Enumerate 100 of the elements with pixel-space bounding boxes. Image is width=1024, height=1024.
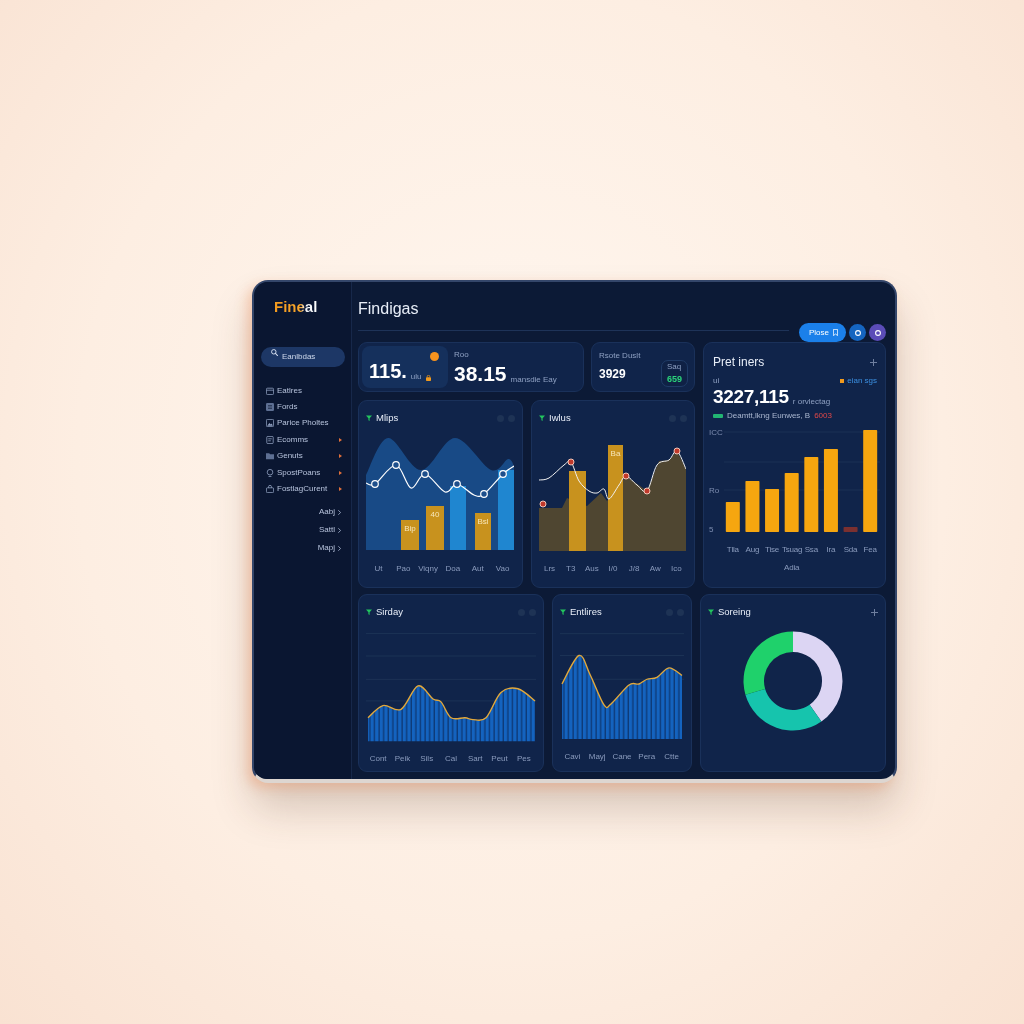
card-title: Pret iners (713, 355, 765, 369)
legend-swatch-icon (713, 414, 723, 418)
action-button[interactable] (869, 324, 886, 341)
axis-label: Sils (420, 754, 434, 763)
data-point (371, 480, 379, 488)
nav-item[interactable]: SpostPoans (261, 464, 345, 481)
axis-label: Mayj (588, 752, 606, 761)
axis-label: Cal (444, 754, 457, 763)
nav-item[interactable]: Eatlres (261, 382, 345, 399)
card-title: Mlips (376, 413, 399, 423)
chart-bar (745, 481, 760, 532)
chart-bar (401, 520, 419, 550)
axis-label: Cane (612, 752, 632, 761)
data-point (567, 458, 575, 466)
data-point (499, 470, 507, 478)
axis-label: Pao (396, 564, 411, 573)
axis-label: Ro (709, 486, 720, 495)
nav-link[interactable]: Sattl (319, 521, 341, 540)
chart-bar (843, 527, 858, 532)
badge-value: 659 (666, 375, 682, 384)
axis-label: Aug (745, 545, 760, 554)
plus-icon (871, 608, 878, 616)
chart-bar (765, 489, 780, 532)
search-field[interactable]: Eanlbdas (261, 346, 345, 367)
chevron-icon (338, 509, 341, 515)
nav-link[interactable]: Mapj (317, 539, 341, 558)
data-point (622, 472, 630, 480)
axis-label: Viqny (418, 564, 438, 573)
axis-label: Peut (491, 754, 508, 763)
axis-label: Pes (516, 754, 531, 763)
axis-label: Tise (765, 545, 780, 554)
image-icon (266, 419, 274, 428)
axis-label: Ssa (804, 545, 818, 554)
funnel-icon (560, 609, 566, 615)
axis-label: Fea (863, 545, 877, 554)
list-icon (266, 403, 274, 412)
data-point (539, 500, 547, 508)
header-button[interactable]: Plose (799, 323, 846, 342)
funnel-icon (366, 415, 372, 421)
action-button[interactable] (849, 324, 866, 341)
nav-item[interactable]: Parice Pholtes (261, 415, 345, 432)
legend-label: Deamtt,lkng Eunwes, B (727, 412, 811, 420)
axis-label: Sart (467, 754, 483, 763)
bar-label: Bsl (477, 517, 489, 526)
document-icon (266, 435, 274, 444)
nav-link[interactable]: Aabj (319, 503, 341, 522)
bar-label: Ba (610, 449, 621, 458)
ring-icon (854, 329, 861, 336)
nav-item[interactable]: Fords (261, 398, 345, 416)
axis-label: Ira (826, 545, 836, 554)
funnel-icon (539, 415, 545, 421)
chart-bar (475, 513, 491, 550)
nav-item[interactable]: FostlagCurent (261, 480, 345, 498)
axis-label: T3 (566, 564, 576, 573)
search-icon (271, 348, 278, 356)
card-title: Sirday (376, 607, 403, 617)
axis-label: Peik (394, 754, 411, 763)
legend-value: 6003 (814, 412, 832, 420)
balance-label: Rsote Duslt (599, 352, 642, 360)
data-point (392, 461, 400, 469)
nav-item[interactable]: Ecomms (261, 431, 345, 449)
chevron-icon (338, 545, 341, 551)
axis-label: Ico (671, 564, 682, 573)
axis-label: Aut (471, 564, 484, 573)
stat-label: Roo (454, 350, 470, 359)
status-dot-icon (430, 352, 439, 361)
tag-label: eian sgs (847, 377, 877, 385)
axis-label: Doa (445, 564, 461, 573)
bag-icon (266, 485, 274, 494)
axis-label: I/0 (608, 564, 618, 573)
total-value: 3227,115 (713, 387, 789, 406)
axis-label: Cavi (564, 752, 581, 761)
stat-unit: ulu (410, 373, 422, 381)
card-title: Iwlus (549, 413, 571, 423)
ring-icon (874, 329, 881, 336)
axis-label: Tlla (726, 545, 739, 554)
stat-value: 115. (369, 361, 407, 381)
axis-unit: ui (713, 377, 720, 385)
data-point (421, 470, 429, 478)
balance-value: 3929 (599, 367, 626, 380)
bookmark-icon (833, 329, 838, 336)
plus-icon (870, 358, 877, 366)
axis-label: Ctte (664, 752, 679, 761)
stat-caption: mansdie Eay (510, 375, 557, 384)
axis-label: Tsuag Adia (781, 545, 803, 572)
chart-bar (426, 506, 444, 550)
page-title: Findigas (358, 300, 420, 318)
axis-label: Lrs (544, 564, 556, 573)
chart-bar (784, 473, 799, 532)
nav-item[interactable]: Genuts (261, 448, 345, 465)
bulb-icon (266, 468, 274, 477)
data-point (643, 487, 651, 495)
data-point (480, 490, 488, 498)
folder-icon (266, 452, 274, 461)
badge-label: Saq (666, 363, 682, 371)
stat-value: 38.15 (454, 362, 507, 384)
funnel-icon (366, 609, 372, 615)
axis-label: 5 (709, 525, 714, 534)
bar-label: Bip (404, 524, 416, 533)
lock-icon (425, 375, 431, 381)
